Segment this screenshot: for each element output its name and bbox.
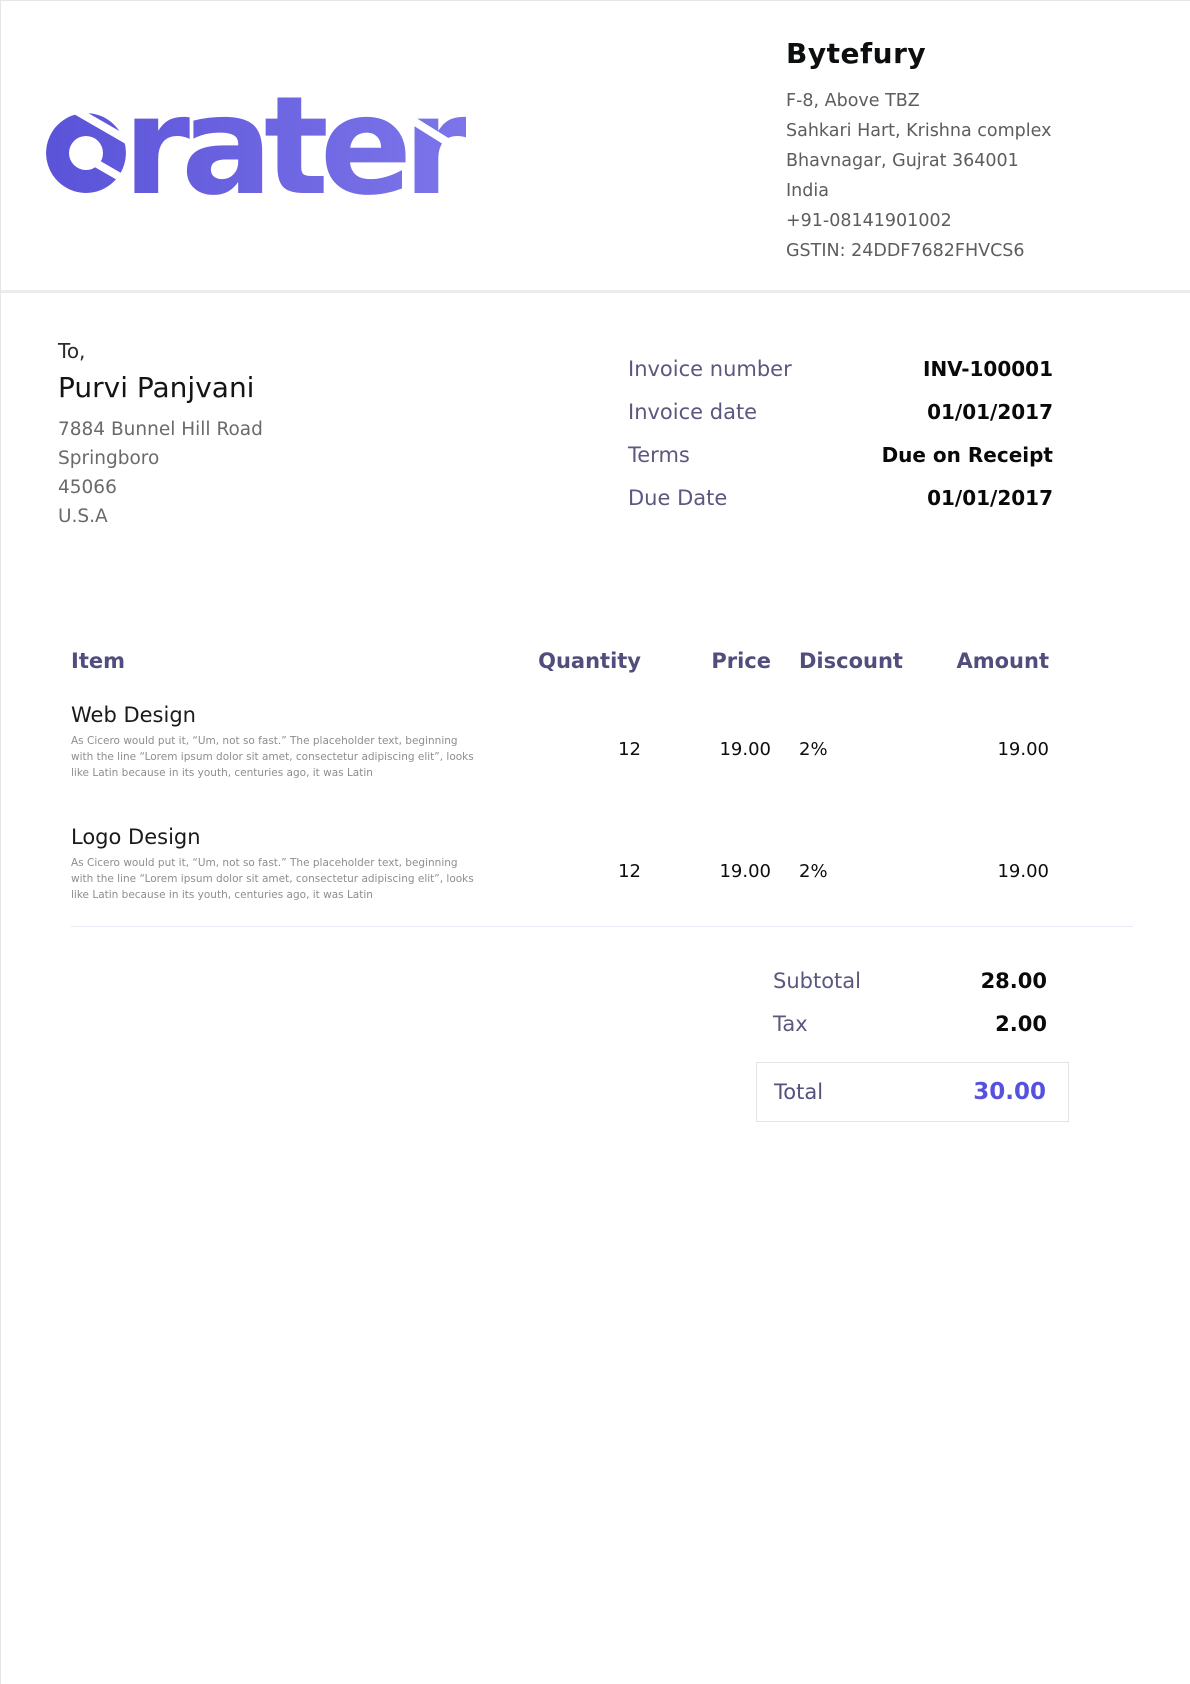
company-name: Bytefury [786,37,1096,70]
item-description-line: like Latin because in its youth, centuri… [71,887,523,903]
item-cell: Logo Design As Cicero would put it, “Um,… [71,825,526,903]
items-table: Item Quantity Price Discount Amount Web … [71,649,1049,903]
table-header-row: Item Quantity Price Discount Amount [71,649,1049,673]
col-header-amount: Amount [906,649,1049,673]
item-description: As Cicero would put it, “Um, not so fast… [71,855,523,903]
item-cell: Web Design As Cicero would put it, “Um, … [71,703,526,781]
item-name: Logo Design [71,825,526,849]
tax-label: Tax [773,1012,808,1036]
bill-to-label: To, [58,339,85,363]
col-header-item: Item [71,649,526,673]
item-price: 19.00 [641,703,771,781]
crater-logo: rater [46,83,466,202]
meta-row-invoice-date: Invoice date 01/01/2017 [628,400,1053,424]
totals-section: Subtotal 28.00 Tax 2.00 Total 30.00 [756,969,1069,1122]
subtotal-row: Subtotal 28.00 [756,969,1069,993]
due-date-label: Due Date [628,486,727,510]
bill-to-address: 7884 Bunnel Hill Road Springboro 45066 U… [58,415,263,531]
item-amount: 19.00 [906,825,1049,903]
table-bottom-divider [71,926,1133,927]
item-discount: 2% [771,703,906,781]
logo-c-glyph [46,113,126,193]
meta-row-terms: Terms Due on Receipt [628,443,1053,467]
total-value: 30.00 [973,1079,1046,1105]
col-header-quantity: Quantity [526,649,641,673]
table-row: Web Design As Cicero would put it, “Um, … [71,703,1049,781]
meta-row-due-date: Due Date 01/01/2017 [628,486,1053,510]
tax-row: Tax 2.00 [756,1012,1069,1036]
item-description-line: with the line “Lorem ipsum dolor sit ame… [71,749,523,765]
company-phone: +91-08141901002 [786,206,1096,236]
invoice-meta: Invoice number INV-100001 Invoice date 0… [628,357,1053,529]
item-description-line: like Latin because in its youth, centuri… [71,765,523,781]
total-box: Total 30.00 [756,1062,1069,1122]
company-address-line: India [786,176,1096,206]
company-address-line: Sahkari Hart, Krishna complex [786,116,1096,146]
col-header-discount: Discount [771,649,906,673]
company-address-line: F-8, Above TBZ [786,86,1096,116]
meta-row-invoice-number: Invoice number INV-100001 [628,357,1053,381]
terms-value: Due on Receipt [882,443,1053,467]
subtotal-value: 28.00 [981,969,1047,993]
tax-value: 2.00 [995,1012,1047,1036]
item-name: Web Design [71,703,526,727]
item-amount: 19.00 [906,703,1049,781]
item-description: As Cicero would put it, “Um, not so fast… [71,733,523,781]
item-description-line: As Cicero would put it, “Um, not so fast… [71,733,523,749]
logo-wordmark-text: rater [123,83,466,198]
total-label: Total [774,1080,823,1104]
bill-to-name: Purvi Panjvani [58,371,254,404]
subtotal-label: Subtotal [773,969,861,993]
company-info: Bytefury F-8, Above TBZ Sahkari Hart, Kr… [786,37,1096,266]
item-quantity: 12 [526,703,641,781]
bill-to-address-line: 45066 [58,473,263,502]
item-price: 19.00 [641,825,771,903]
invoice-date-label: Invoice date [628,400,757,424]
bill-to-address-line: 7884 Bunnel Hill Road [58,415,263,444]
terms-label: Terms [628,443,690,467]
item-discount: 2% [771,825,906,903]
item-description-line: As Cicero would put it, “Um, not so fast… [71,855,523,871]
crater-logo-svg: rater [46,83,466,198]
bill-to-address-line: U.S.A [58,502,263,531]
invoice-page: rater Bytefury F-8, Above TBZ Sahkari Ha… [0,0,1190,1684]
invoice-date-value: 01/01/2017 [927,400,1053,424]
invoice-header: rater Bytefury F-8, Above TBZ Sahkari Ha… [1,1,1190,293]
company-address-line: Bhavnagar, Gujrat 364001 [786,146,1096,176]
company-gstin: GSTIN: 24DDF7682FHVCS6 [786,236,1096,266]
table-row: Logo Design As Cicero would put it, “Um,… [71,825,1049,903]
col-header-price: Price [641,649,771,673]
invoice-number-value: INV-100001 [923,357,1053,381]
bill-to-address-line: Springboro [58,444,263,473]
due-date-value: 01/01/2017 [927,486,1053,510]
item-quantity: 12 [526,825,641,903]
item-description-line: with the line “Lorem ipsum dolor sit ame… [71,871,523,887]
invoice-number-label: Invoice number [628,357,792,381]
